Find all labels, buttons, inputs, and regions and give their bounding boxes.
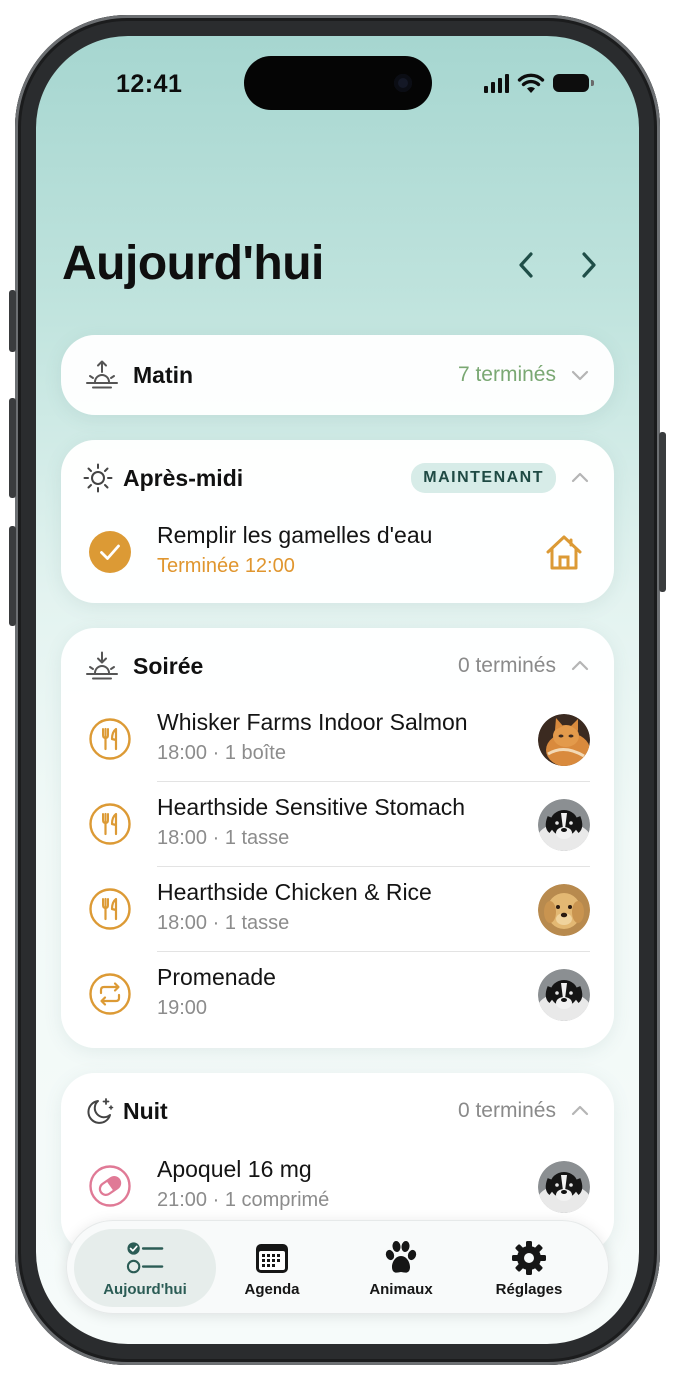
task-row[interactable]: Remplir les gamelles d'eau Terminée 12:0… bbox=[85, 510, 590, 595]
chevron-right-icon bbox=[582, 252, 596, 278]
pet-avatar-golden-dog[interactable] bbox=[538, 884, 590, 936]
status-icons bbox=[484, 72, 594, 94]
calendar-icon bbox=[253, 1239, 291, 1277]
chevron-up-icon bbox=[570, 656, 590, 676]
task-subtitle: 18:00 · 1 tasse bbox=[157, 912, 290, 934]
chevron-up-icon bbox=[570, 1101, 590, 1121]
section-evening-count: 0 terminés bbox=[457, 654, 556, 677]
pet-avatar-dog[interactable] bbox=[538, 969, 590, 1021]
camera-icon bbox=[394, 74, 412, 92]
section-morning[interactable]: Matin 7 terminés bbox=[61, 335, 614, 415]
section-afternoon: Après-midi MAINTENANT Remplir les gamell… bbox=[61, 440, 614, 603]
pet-avatar-dog[interactable] bbox=[538, 799, 590, 851]
tab-today[interactable]: Aujourd'hui bbox=[74, 1229, 216, 1307]
tab-agenda[interactable]: Agenda bbox=[201, 1229, 343, 1307]
section-morning-count: 7 terminés bbox=[457, 363, 556, 386]
task-title: Whisker Farms Indoor Salmon bbox=[157, 709, 468, 735]
section-afternoon-title: Après-midi bbox=[123, 464, 244, 491]
tab-label: Agenda bbox=[244, 1281, 300, 1298]
fork-knife-icon[interactable] bbox=[89, 718, 131, 760]
previous-day-button[interactable] bbox=[510, 249, 542, 281]
task-subtitle: 18:00 · 1 boîte bbox=[157, 742, 286, 764]
task-title: Apoquel 16 mg bbox=[157, 1156, 312, 1182]
section-morning-header[interactable]: Matin 7 terminés bbox=[85, 335, 590, 415]
fork-knife-icon[interactable] bbox=[89, 888, 131, 930]
task-complete-checkbox[interactable] bbox=[89, 531, 131, 573]
task-row[interactable]: Apoquel 16 mg 21:00 · 1 comprimé bbox=[85, 1144, 590, 1229]
tab-label: Aujourd'hui bbox=[103, 1281, 187, 1298]
sunset-icon bbox=[85, 649, 119, 683]
power-button bbox=[659, 432, 666, 592]
sun-icon bbox=[81, 461, 115, 495]
moon-stars-icon bbox=[83, 1094, 117, 1128]
task-subtitle: 18:00 · 1 tasse bbox=[157, 827, 290, 849]
repeat-icon[interactable] bbox=[89, 973, 131, 1015]
section-evening-header[interactable]: Soirée 0 terminés bbox=[85, 628, 590, 704]
tab-bar: Aujourd'hui Agenda Animaux Réglages bbox=[66, 1220, 609, 1314]
volume-down-button bbox=[9, 526, 16, 626]
chevron-down-icon bbox=[570, 365, 590, 385]
task-row[interactable]: Hearthside Sensitive Stomach 18:00 · 1 t… bbox=[85, 782, 590, 867]
task-title: Hearthside Sensitive Stomach bbox=[157, 794, 466, 820]
pill-icon[interactable] bbox=[89, 1165, 131, 1207]
chevron-left-icon bbox=[519, 252, 533, 278]
action-button bbox=[9, 290, 16, 352]
chevron-up-icon bbox=[570, 468, 590, 488]
section-night-header[interactable]: Nuit 0 terminés bbox=[85, 1073, 590, 1149]
section-evening: Soirée 0 terminés Whisker Farms Indoor S… bbox=[61, 628, 614, 1048]
task-title: Hearthside Chicken & Rice bbox=[157, 879, 432, 905]
gear-icon bbox=[510, 1239, 548, 1277]
section-evening-title: Soirée bbox=[133, 652, 204, 679]
cellular-signal-icon bbox=[484, 73, 509, 93]
section-night-count: 0 terminés bbox=[457, 1099, 556, 1122]
volume-up-button bbox=[9, 398, 16, 498]
tab-label: Animaux bbox=[369, 1281, 433, 1298]
checklist-icon bbox=[126, 1239, 164, 1277]
task-row[interactable]: Hearthside Chicken & Rice 18:00 · 1 tass… bbox=[85, 867, 590, 952]
task-subtitle: 21:00 · 1 comprimé bbox=[157, 1189, 330, 1211]
section-morning-title: Matin bbox=[133, 361, 194, 388]
tab-label: Réglages bbox=[495, 1281, 563, 1298]
wifi-icon bbox=[517, 73, 545, 93]
house-icon bbox=[538, 528, 590, 580]
tab-animals[interactable]: Animaux bbox=[330, 1229, 472, 1307]
task-title: Promenade bbox=[157, 964, 276, 990]
task-row[interactable]: Whisker Farms Indoor Salmon 18:00 · 1 bo… bbox=[85, 697, 590, 782]
screen: 12:41 Aujourd'hui Matin 7 terminés Après… bbox=[36, 36, 639, 1344]
paw-icon bbox=[382, 1239, 420, 1277]
sunrise-icon bbox=[85, 358, 119, 392]
dynamic-island bbox=[244, 56, 432, 110]
fork-knife-icon[interactable] bbox=[89, 803, 131, 845]
task-subtitle: Terminée 12:00 bbox=[157, 555, 295, 577]
pet-avatar-dog[interactable] bbox=[538, 1161, 590, 1213]
task-row[interactable]: Promenade 19:00 bbox=[85, 952, 590, 1037]
now-badge: MAINTENANT bbox=[411, 463, 556, 493]
page-title: Aujourd'hui bbox=[62, 237, 324, 290]
checkmark-icon bbox=[89, 531, 131, 573]
section-night-title: Nuit bbox=[123, 1097, 168, 1124]
tab-settings[interactable]: Réglages bbox=[458, 1229, 600, 1307]
pet-avatar-cat[interactable] bbox=[538, 714, 590, 766]
section-afternoon-header[interactable]: Après-midi MAINTENANT bbox=[83, 440, 590, 516]
next-day-button[interactable] bbox=[573, 249, 605, 281]
battery-icon bbox=[553, 74, 594, 92]
task-subtitle: 19:00 bbox=[157, 997, 208, 1019]
task-title: Remplir les gamelles d'eau bbox=[157, 522, 433, 548]
status-time: 12:41 bbox=[116, 70, 183, 98]
